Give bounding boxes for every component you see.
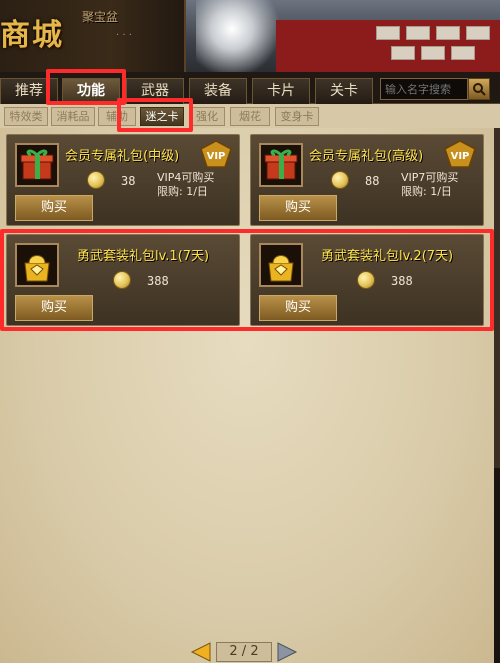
- snow-tree-decoration: [196, 0, 286, 72]
- top-banner: 商城 聚宝盆 · · ·: [0, 0, 500, 72]
- arrow-left-icon: [190, 642, 211, 662]
- subtab-fireworks[interactable]: 烟花: [230, 107, 270, 126]
- purchase-limit: 限购: 1/日: [157, 185, 208, 198]
- tab-stage[interactable]: 关卡: [315, 78, 373, 104]
- tab-card[interactable]: 卡片: [252, 78, 310, 104]
- tab-function[interactable]: 功能: [62, 78, 120, 104]
- red-roof-decoration: [276, 20, 500, 72]
- golden-bag-icon: [15, 243, 59, 287]
- next-page-button[interactable]: [276, 641, 298, 663]
- item-card: 勇武套装礼包lv.2(7天) 388 购买: [250, 234, 484, 326]
- gift-box-icon: [259, 143, 303, 187]
- prev-page-button[interactable]: [190, 641, 212, 663]
- vip-badge-icon: VIP: [443, 139, 477, 169]
- buy-button[interactable]: 购买: [259, 295, 337, 321]
- subtab-assist[interactable]: 辅助: [98, 107, 136, 126]
- banner-subtitle: 聚宝盆: [82, 10, 119, 24]
- item-name: 勇武套装礼包lv.2(7天): [321, 249, 454, 264]
- scrollbar[interactable]: [494, 128, 500, 468]
- item-list-panel: 会员专属礼包(中级) VIP 38 VIP4可购买 限购: 1/日 购买 会员专…: [0, 128, 494, 663]
- tab-equipment[interactable]: 装备: [189, 78, 247, 104]
- item-price: 388: [391, 274, 413, 288]
- pagination: 2 / 2: [190, 641, 300, 663]
- purchase-limit: 限购: 1/日: [401, 185, 452, 198]
- search-input[interactable]: [380, 78, 468, 100]
- vip-requirement: VIP7可购买: [401, 171, 459, 184]
- item-price: 38: [121, 174, 136, 188]
- subtab-consumables[interactable]: 消耗品: [51, 107, 95, 126]
- banner-logo-area: 商城 聚宝盆 · · ·: [0, 0, 186, 72]
- buy-button[interactable]: 购买: [15, 295, 93, 321]
- shop-title: 商城: [0, 18, 64, 53]
- item-card: 勇武套装礼包lv.1(7天) 388 购买: [6, 234, 240, 326]
- item-name: 勇武套装礼包lv.1(7天): [77, 249, 210, 264]
- tab-recommend[interactable]: 推荐: [0, 78, 58, 104]
- tab-weapon[interactable]: 武器: [126, 78, 184, 104]
- page-indicator: 2 / 2: [216, 642, 272, 662]
- coin-icon: [113, 271, 131, 289]
- item-price: 388: [147, 274, 169, 288]
- subcategory-bar: 特效类 消耗品 辅助 迷之卡 强化 烟花 变身卡: [0, 104, 500, 128]
- banner-subtitle-secondary: · · ·: [116, 30, 132, 41]
- buy-button[interactable]: 购买: [259, 195, 337, 221]
- banner-scene-image: [186, 0, 500, 72]
- subtab-effects[interactable]: 特效类: [4, 107, 48, 126]
- coin-icon: [357, 271, 375, 289]
- svg-text:VIP: VIP: [207, 151, 226, 162]
- item-price: 88: [365, 174, 380, 188]
- coin-icon: [87, 171, 105, 189]
- item-name: 会员专属礼包(中级): [65, 149, 180, 164]
- item-name: 会员专属礼包(高级): [309, 149, 424, 164]
- vip-requirement: VIP4可购买: [157, 171, 215, 184]
- item-card: 会员专属礼包(中级) VIP 38 VIP4可购买 限购: 1/日 购买: [6, 134, 240, 226]
- subtab-transform-card[interactable]: 变身卡: [275, 107, 319, 126]
- search-icon: [473, 83, 486, 96]
- coin-icon: [331, 171, 349, 189]
- svg-text:VIP: VIP: [451, 151, 470, 162]
- buy-button[interactable]: 购买: [15, 195, 93, 221]
- item-card: 会员专属礼包(高级) VIP 88 VIP7可购买 限购: 1/日 购买: [250, 134, 484, 226]
- subtab-mystery-card[interactable]: 迷之卡: [140, 107, 184, 126]
- golden-bag-icon: [259, 243, 303, 287]
- arrow-right-icon: [277, 642, 298, 662]
- gift-box-icon: [15, 143, 59, 187]
- subtab-enhance[interactable]: 强化: [189, 107, 225, 126]
- vip-badge-icon: VIP: [199, 139, 233, 169]
- search-button[interactable]: [468, 78, 490, 100]
